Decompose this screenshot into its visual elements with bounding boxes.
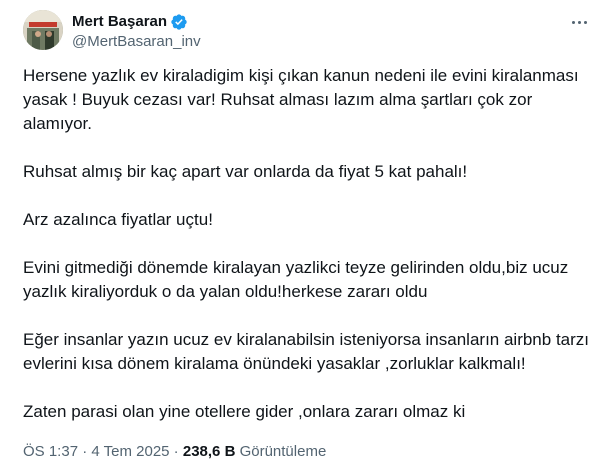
tweet-paragraph: Eğer insanlar yazın ucuz ev kiralanabils… [23,330,590,373]
tweet-card: Mert Başaran @MertBasaran_inv Hersene ya… [0,0,608,468]
tweet-meta: ÖS 1:37 · 4 Tem 2025 · 238,6 B Görüntüle… [23,442,326,462]
meta-separator: · [169,443,183,460]
more-horizontal-icon [570,20,588,24]
more-options-button[interactable] [566,12,592,32]
verified-badge-icon[interactable] [170,13,188,31]
tweet-paragraph: Zaten parasi olan yine otellere gider ,o… [23,402,466,421]
views-count: 238,6 B [182,443,236,460]
tweet-timestamp-link[interactable]: ÖS 1:37 · 4 Tem 2025 [23,443,170,460]
tweet-text: Hersene yazlık ev kiraladigim kişi çıkan… [23,64,593,424]
tweet-paragraph: Hersene yazlık ev kiraladigim kişi çıkan… [23,66,579,133]
display-name[interactable]: Mert Başaran [72,12,167,32]
user-info: Mert Başaran @MertBasaran_inv [72,12,201,52]
tweet-paragraph: Arz azalınca fiyatlar uçtu! [23,210,213,229]
tweet-paragraph: Ruhsat almış bir kaç apart var onlarda d… [23,162,468,181]
tweet-date: 4 Tem 2025 [91,443,170,460]
name-row: Mert Başaran [72,12,201,32]
tweet-time: ÖS 1:37 [23,443,79,460]
meta-separator: · [78,443,92,460]
views-label: Görüntüleme [239,443,327,460]
user-handle[interactable]: @MertBasaran_inv [72,32,201,52]
avatar[interactable] [23,10,63,50]
tweet-paragraph: Evini gitmediği dönemde kiralayan yazlik… [23,258,569,301]
